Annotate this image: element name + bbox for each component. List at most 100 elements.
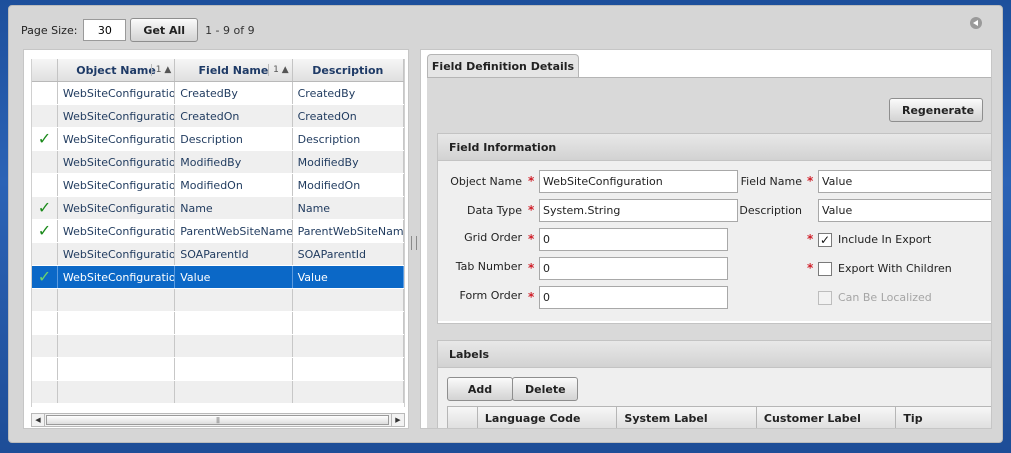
form-order-field[interactable] (539, 286, 728, 309)
tab-field-definition-details[interactable]: Field Definition Details (427, 54, 579, 78)
required-icon: * (807, 174, 814, 188)
column-header-object-name[interactable]: Object Name 1 ▲ (58, 59, 176, 81)
column-header-language-code[interactable]: Language Code (478, 407, 618, 428)
cell-description: SOAParentId (293, 243, 404, 265)
required-icon: * (528, 261, 535, 275)
export-with-children-checkbox[interactable] (818, 262, 832, 276)
cell-object-name: WebSiteConfiguration (58, 151, 176, 173)
cell-description: Description (293, 128, 404, 150)
cell-field-name: ModifiedBy (175, 151, 293, 173)
row-status (32, 82, 58, 104)
column-header-tip[interactable]: Tip (896, 407, 991, 428)
cell-field-name: CreatedOn (175, 105, 293, 127)
row-status (32, 243, 58, 265)
scroll-thumb[interactable] (46, 415, 389, 425)
grid-order-label: Grid Order (464, 231, 522, 244)
cell-description: CreatedOn (293, 105, 404, 127)
cell-field-name: Value (175, 266, 293, 288)
export-with-children-label: Export With Children (838, 262, 952, 275)
row-status (32, 174, 58, 196)
required-icon: * (528, 174, 535, 188)
labels-header-select (448, 407, 478, 428)
column-header-system-label[interactable]: System Label (617, 407, 757, 428)
cell-object-name: WebSiteConfiguration (58, 243, 176, 265)
row-status: ✓ (32, 266, 58, 288)
cell-object-name: WebSiteConfiguration (58, 105, 176, 127)
section-title: Labels (438, 341, 991, 368)
column-header-customer-label[interactable]: Customer Label (757, 407, 897, 428)
include-in-export-checkbox[interactable]: ✓ (818, 233, 832, 247)
scroll-left-icon[interactable]: ◀ (32, 414, 45, 426)
sort-asc-icon: ▲ (281, 65, 289, 75)
row-status: ✓ (32, 197, 58, 219)
description-label: Description (739, 204, 802, 217)
row-status (32, 151, 58, 173)
column-header-field-name[interactable]: Field Name 1 ▲ (175, 59, 293, 81)
checkmark-icon: ✓ (37, 267, 52, 286)
table-row[interactable]: ✓ WebSiteConfiguration Description Descript… (32, 128, 404, 151)
description-field[interactable] (818, 199, 991, 222)
table-row[interactable]: ✓ WebSiteConfiguration ParentWebSiteName Pa… (32, 220, 404, 243)
field-name-field[interactable] (818, 170, 991, 193)
table-row[interactable]: ✓ WebSiteConfiguration Value Value (32, 266, 404, 289)
collapse-left-icon[interactable] (970, 17, 982, 29)
tab-number-field[interactable] (539, 257, 728, 280)
cell-field-name: Description (175, 128, 293, 150)
record-count: 1 - 9 of 9 (205, 23, 255, 37)
cell-object-name: WebSiteConfiguration (58, 174, 176, 196)
labels-body: Add Delete Language Code System Label Cu… (438, 368, 991, 428)
table-row[interactable]: ✓ WebSiteConfiguration Name Name (32, 197, 404, 220)
table-row[interactable]: WebSiteConfiguration CreatedOn CreatedOn (32, 105, 404, 128)
section-title: Field Information (438, 134, 991, 161)
cell-object-name: WebSiteConfiguration (58, 197, 176, 219)
cell-field-name: Name (175, 197, 293, 219)
cell-description: CreatedBy (293, 82, 404, 104)
cell-object-name: WebSiteConfiguration (58, 220, 176, 242)
grid-header: Object Name 1 ▲ Field Name 1 ▲ Descripti… (32, 59, 404, 82)
column-header-label: Object Name (76, 63, 156, 77)
table-row[interactable]: WebSiteConfiguration SOAParentId SOAParent… (32, 243, 404, 266)
column-header-label: Field Name (198, 63, 269, 77)
checkmark-icon: ✓ (37, 129, 52, 148)
sort-asc-icon: ▲ (164, 65, 172, 75)
cell-field-name: ModifiedOn (175, 174, 293, 196)
table-row[interactable]: WebSiteConfiguration ModifiedOn ModifiedOn (32, 174, 404, 197)
grid-header-check (32, 59, 58, 81)
cell-description: Name (293, 197, 404, 219)
add-label-button[interactable]: Add (447, 377, 513, 401)
cell-description: Value (293, 266, 404, 288)
required-icon: * (807, 261, 814, 275)
panel-splitter[interactable] (411, 236, 417, 250)
scroll-right-icon[interactable]: ▶ (391, 414, 404, 426)
empty-row (32, 358, 404, 381)
column-header-label: Description (312, 63, 384, 77)
table-row[interactable]: WebSiteConfiguration ModifiedBy ModifiedBy (32, 151, 404, 174)
delete-label-button[interactable]: Delete (512, 377, 578, 401)
can-be-localized-checkbox (818, 291, 832, 305)
regenerate-button[interactable]: Regenerate (889, 98, 983, 122)
grid-horizontal-scrollbar[interactable]: ◀ ▶ (31, 413, 405, 427)
table-row[interactable]: WebSiteConfiguration CreatedBy CreatedBy (32, 82, 404, 105)
page-size-label: Page Size: (21, 23, 78, 37)
paging-toolbar: Page Size: Get All 1 - 9 of 9 (21, 18, 255, 42)
can-be-localized-label: Can Be Localized (838, 291, 932, 304)
required-icon: * (528, 290, 535, 304)
column-header-description[interactable]: Description (293, 59, 404, 81)
checkmark-icon: ✓ (37, 221, 52, 240)
object-name-field[interactable] (539, 170, 738, 193)
checkmark-icon: ✓ (37, 198, 52, 217)
labels-table-header: Language Code System Label Customer Labe… (447, 406, 991, 428)
empty-row (32, 381, 404, 404)
tab-number-label: Tab Number (455, 260, 522, 273)
grid-order-field[interactable] (539, 228, 728, 251)
data-type-field[interactable] (539, 199, 738, 222)
empty-row (32, 312, 404, 335)
cell-object-name: WebSiteConfiguration (58, 128, 176, 150)
field-grid: Object Name 1 ▲ Field Name 1 ▲ Descripti… (31, 59, 405, 407)
row-status (32, 105, 58, 127)
tab-content: Regenerate Field Information Object Name… (427, 77, 991, 428)
get-all-button[interactable]: Get All (130, 18, 199, 42)
cell-field-name: CreatedBy (175, 82, 293, 104)
required-icon: * (528, 203, 535, 217)
page-size-input[interactable] (83, 19, 127, 41)
